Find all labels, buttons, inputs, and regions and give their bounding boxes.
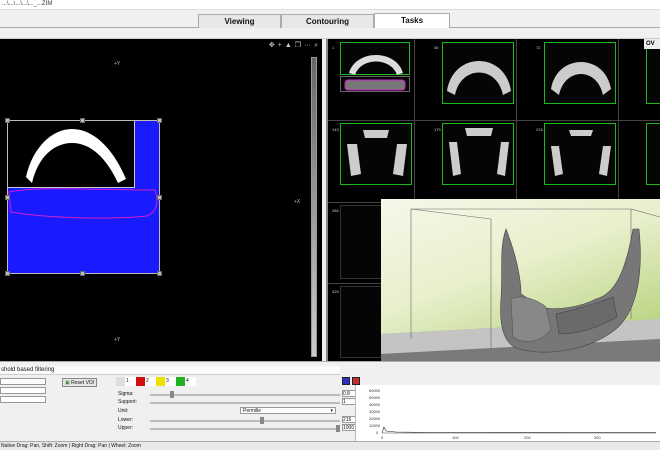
sigma-slider-knob[interactable]: [170, 391, 174, 398]
input-field-1[interactable]: [0, 378, 46, 385]
histogram-x-tick: 0: [381, 435, 384, 440]
upper-slider[interactable]: [150, 428, 340, 430]
histogram-x-tick: 200: [524, 435, 531, 440]
app-window: ...\...\...\...\..._...ZIM Viewing Conto…: [0, 0, 660, 450]
histogram: 60000 50000 40000 30000 20000 10000 0 0 …: [355, 385, 660, 441]
viewer-scrollbar[interactable]: [311, 57, 317, 357]
pan-icon[interactable]: ✥: [269, 42, 275, 50]
slice-thumbnail[interactable]: [646, 123, 660, 185]
crosshair-icon[interactable]: +: [278, 42, 282, 50]
viewer-toolbar: ✥ + ▲ ❐ ··· ⌕: [269, 42, 318, 50]
main-tab-bar: Viewing Contouring Tasks: [0, 10, 660, 28]
slice-thumbnail[interactable]: [340, 123, 412, 185]
voi-handle-br[interactable]: [157, 271, 162, 276]
slice-thumbnail[interactable]: [442, 42, 514, 104]
input-field-2[interactable]: [0, 387, 46, 394]
histogram-y-tick: 20000: [369, 416, 381, 421]
lower-value[interactable]: 215: [342, 416, 356, 423]
chevron-down-icon: ▾: [330, 408, 333, 414]
histogram-y-tick: 10000: [369, 423, 381, 428]
sigma-label: Sigma:: [118, 391, 134, 397]
voi-handle-bl[interactable]: [5, 271, 10, 276]
voi-handle-bm[interactable]: [80, 271, 85, 276]
layers-icon[interactable]: ❐: [295, 42, 301, 50]
support-slider[interactable]: [150, 402, 340, 404]
histogram-y-tick: 40000: [369, 402, 381, 407]
support-label: Support:: [118, 399, 137, 405]
lower-slider-knob[interactable]: [260, 417, 264, 424]
histogram-y-tick: 50000: [369, 395, 381, 400]
orientation-label-right: +X: [294, 199, 301, 205]
slice-viewer[interactable]: ✥ + ▲ ❐ ··· ⌕ +Y +X +Y: [0, 39, 322, 361]
overview-tab[interactable]: OV: [644, 39, 660, 49]
slice-label: 72: [536, 45, 541, 50]
toolbar-strip: [0, 28, 660, 39]
slice-thumbnail[interactable]: [340, 42, 410, 75]
slice-label: 429: [332, 289, 339, 294]
voi-handle-ml[interactable]: [5, 195, 10, 200]
slice-label: 36: [434, 45, 439, 50]
pen-tab-2[interactable]: 2: [136, 377, 156, 386]
upper-value[interactable]: 1000: [342, 424, 356, 431]
erase-tool-icon[interactable]: [352, 377, 360, 385]
status-bar: Native Drag: Pan, Shift: Zoom | Right Dr…: [0, 441, 660, 450]
slice-label: 1: [332, 45, 335, 50]
unit-value: Permille: [243, 408, 262, 414]
tab-contouring[interactable]: Contouring: [281, 14, 374, 28]
mandible-3d-model: [381, 208, 660, 383]
input-field-3[interactable]: [0, 396, 46, 403]
support-value[interactable]: 1: [342, 398, 356, 405]
grid-divider: [328, 120, 660, 121]
pen-tab-1[interactable]: 1: [116, 377, 136, 386]
histogram-y-tick: 60000: [369, 388, 381, 393]
reset-voi-label: Reset VOI: [71, 380, 95, 386]
histogram-y-tick: 0: [376, 430, 379, 435]
lower-slider[interactable]: [150, 420, 340, 422]
tab-tasks[interactable]: Tasks: [374, 13, 450, 28]
lower-label: Lower:: [118, 417, 134, 423]
upper-slider-knob[interactable]: [336, 425, 340, 432]
unit-select[interactable]: Permille ▾: [240, 407, 336, 414]
zoom-icon[interactable]: ⌕: [314, 42, 318, 50]
voi-handle-tl[interactable]: [5, 118, 10, 123]
reset-voi-button[interactable]: ▣ Reset VOI: [62, 378, 98, 387]
slice-thumbnail[interactable]: [544, 42, 616, 104]
orientation-label-bottom: +Y: [114, 337, 121, 343]
voi-bounding-box[interactable]: [7, 120, 160, 274]
histogram-x-tick: 100: [452, 435, 459, 440]
pen-tab-3[interactable]: 3: [156, 377, 176, 386]
slice-thumbnail[interactable]: [544, 123, 616, 185]
pen-tab-4[interactable]: 4: [176, 377, 196, 386]
orientation-label-top: +Y: [114, 61, 121, 67]
window-title: ...\...\...\...\..._...ZIM: [0, 0, 660, 10]
slice-thumbnail[interactable]: [340, 76, 410, 92]
voi-handle-tm[interactable]: [80, 118, 85, 123]
histogram-x-tick: 300: [594, 435, 601, 440]
sigma-slider[interactable]: [150, 394, 340, 396]
reset-icon: ▣: [65, 380, 70, 386]
voi-handle-tr[interactable]: [157, 118, 162, 123]
voi-handle-mr[interactable]: [157, 195, 162, 200]
more-icon[interactable]: ···: [304, 42, 311, 50]
slice-label: 143: [332, 127, 339, 132]
section-title: shold based filtering: [0, 366, 340, 375]
sigma-value[interactable]: 0.8: [342, 390, 356, 397]
tab-viewing[interactable]: Viewing: [198, 14, 281, 28]
pen-tool-icon[interactable]: [342, 377, 350, 385]
histogram-y-tick: 30000: [369, 409, 381, 414]
histogram-plot: 60000 50000 40000 30000 20000 10000 0 0 …: [369, 388, 657, 440]
slice-thumbnail[interactable]: [442, 123, 514, 185]
slice-label: 286: [332, 208, 339, 213]
slice-thumbnail[interactable]: [646, 42, 660, 104]
slice-label: 179: [434, 127, 441, 132]
slice-label: 215: [536, 127, 543, 132]
volume-render-3d[interactable]: [381, 199, 660, 383]
person-icon[interactable]: ▲: [285, 42, 292, 50]
unit-label: Unit:: [118, 408, 129, 414]
upper-label: Upper:: [118, 425, 134, 431]
